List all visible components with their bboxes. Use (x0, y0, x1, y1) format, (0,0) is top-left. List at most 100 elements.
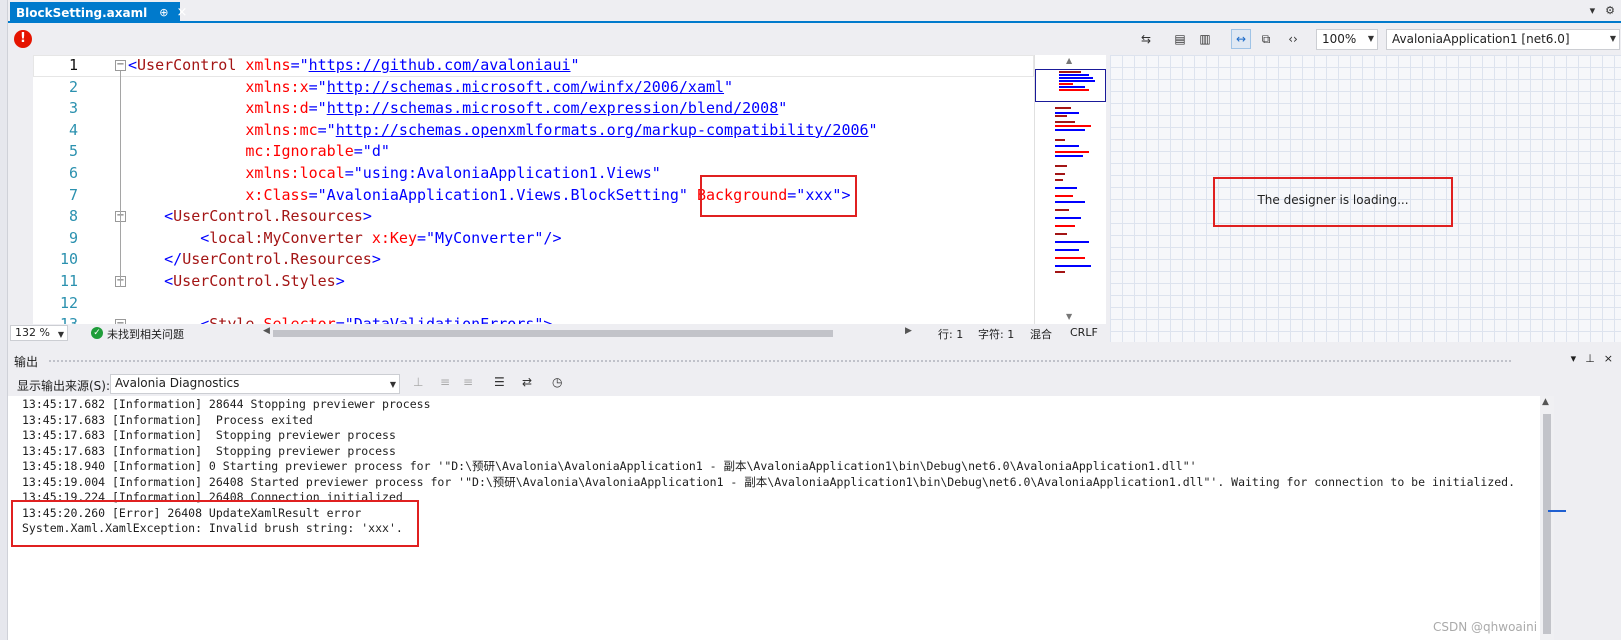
line-number: 6 (68, 164, 78, 182)
scroll-down-icon[interactable]: ▼ (1066, 312, 1072, 321)
scroll-up-icon[interactable]: ▲ (1542, 397, 1549, 407)
line-number: 9 (68, 228, 78, 247)
code-text: mc:Ignorable="d" (128, 141, 390, 163)
chevron-down-icon[interactable]: ▾ (1571, 352, 1577, 365)
minimap-line (1055, 187, 1077, 189)
code-text: xmlns:d="http://schemas.microsoft.com/ex… (128, 98, 787, 120)
code-text: <local:MyConverter x:Key="MyConverter"/> (128, 228, 561, 250)
log-line[interactable]: 13:45:18.940 [Information] 0 Starting pr… (22, 459, 1197, 475)
gear-icon[interactable]: ⚙ (1605, 4, 1615, 17)
tab-title: BlockSetting.axaml (16, 5, 148, 20)
scrollbar-thumb[interactable] (1543, 414, 1551, 634)
code-line[interactable]: 9 <local:MyConverter x:Key="MyConverter"… (33, 228, 1034, 250)
clear-all-icon[interactable]: ☰ (494, 375, 505, 389)
char-indicator[interactable]: 字符: 1 (978, 326, 1014, 342)
code-token: http://schemas.microsoft.com/expression/… (326, 99, 779, 118)
code-token: </ (128, 250, 183, 269)
code-text: <UserControl.Styles> (128, 271, 345, 293)
project-select[interactable]: AvaloniaApplication1 [net6.0] ▼ (1386, 29, 1620, 50)
issues-status[interactable]: 未找到相关问题 (107, 326, 184, 342)
minimap-line (1055, 271, 1065, 273)
code-token: xmlns:mc (128, 120, 318, 139)
horizontal-split-icon[interactable]: ▤ (1170, 29, 1190, 49)
code-token: > (335, 272, 345, 290)
minimap-line (1055, 173, 1065, 175)
minimap-line (1055, 225, 1075, 227)
clock-icon[interactable]: ◷ (552, 375, 562, 389)
horizontal-scrollbar[interactable] (273, 330, 833, 337)
code-line[interactable]: 8− <UserControl.Resources> (33, 206, 1034, 228)
log-line[interactable]: 13:45:19.004 [Information] 26408 Started… (22, 475, 1515, 491)
split-toggle-icon[interactable]: ↔ (1231, 29, 1251, 49)
code-line[interactable]: 7 x:Class="AvaloniaApplication1.Views.Bl… (33, 185, 1034, 207)
code-token: http://schemas.openxmlformats.org/markup… (335, 120, 869, 139)
find-icon[interactable]: ⊥ (413, 375, 423, 389)
code-text: xmlns:x="http://schemas.microsoft.com/wi… (128, 77, 733, 99)
code-token: " (724, 77, 734, 96)
line-number: 11 (59, 272, 78, 290)
minimap-line (1055, 217, 1081, 219)
code-line[interactable]: 10 </UserControl.Resources> (33, 249, 1034, 271)
code-line[interactable]: 3 xmlns:d="http://schemas.microsoft.com/… (33, 98, 1034, 120)
designer-zoom-select[interactable]: 100% ▼ (1316, 29, 1378, 50)
editor-minimap[interactable]: ▲ ▼ (1034, 55, 1106, 325)
code-token: mc:Ignorable (128, 142, 354, 161)
minimap-line (1059, 74, 1089, 76)
log-line[interactable]: 13:45:17.683 [Information] Process exite… (22, 413, 313, 429)
code-icon[interactable]: ‹› (1283, 29, 1303, 49)
line-indicator[interactable]: 行: 1 (938, 326, 963, 342)
chevron-down-icon: ▼ (1609, 34, 1616, 43)
pin-icon[interactable]: ⊕ (159, 6, 168, 19)
output-source-label: 显示输出来源(S): (17, 379, 111, 393)
minimap-line (1059, 86, 1085, 88)
code-line[interactable]: 12 (33, 293, 1034, 315)
minimap-line (1055, 249, 1079, 251)
document-tab-bar: BlockSetting.axaml ⊕ × ▾ ⚙ (8, 0, 1621, 23)
log-line[interactable]: 13:45:17.682 [Information] 28644 Stoppin… (22, 397, 431, 413)
tab-blocksetting[interactable]: BlockSetting.axaml ⊕ × (10, 2, 187, 23)
output-source-select[interactable]: Avalonia Diagnostics ▼ (110, 374, 400, 394)
minimap-line (1059, 89, 1089, 91)
mode-indicator[interactable]: 混合 (1030, 326, 1052, 342)
code-line[interactable]: 5 mc:Ignorable="d" (33, 141, 1034, 163)
code-text: xmlns:local="using:AvaloniaApplication1.… (128, 163, 660, 185)
left-tool-rail[interactable] (0, 0, 8, 640)
line-number: 3 (68, 99, 78, 118)
scroll-left-icon[interactable]: ◀ (263, 326, 270, 336)
minimap-line (1055, 265, 1091, 267)
code-token: local:MyConverter (209, 228, 363, 247)
panes-icon[interactable]: ⧉ (1256, 29, 1276, 49)
log-line[interactable]: 13:45:17.683 [Information] Stopping prev… (22, 444, 396, 460)
pin-icon[interactable]: ⊥ (1585, 352, 1595, 365)
panel-drag-handle[interactable] (48, 359, 1513, 363)
code-token: x:Key (362, 228, 417, 247)
minimap-line (1055, 129, 1085, 131)
eol-indicator[interactable]: CRLF (1070, 326, 1098, 339)
code-line[interactable]: 11− <UserControl.Styles> (33, 271, 1034, 293)
tab-list-dropdown-icon[interactable]: ▾ (1590, 4, 1596, 17)
code-editor[interactable]: 13− <Style Selector="DataValidationError… (33, 55, 1034, 325)
swap-icon[interactable]: ⇆ (1136, 29, 1156, 49)
next-message-icon[interactable]: ≡ (463, 375, 473, 389)
close-icon[interactable]: × (1604, 352, 1613, 365)
scroll-up-icon[interactable]: ▲ (1066, 56, 1072, 65)
word-wrap-icon[interactable]: ⇄ (522, 375, 532, 389)
scroll-right-icon[interactable]: ▶ (905, 326, 912, 336)
close-tab-icon[interactable]: × (176, 5, 187, 20)
designer-surface[interactable]: The designer is loading... (1110, 55, 1621, 342)
chevron-down-icon: ▼ (389, 380, 396, 389)
log-line[interactable]: 13:45:17.683 [Information] Stopping prev… (22, 428, 396, 444)
output-source-value: Avalonia Diagnostics (115, 376, 240, 390)
prev-message-icon[interactable]: ≡ (440, 375, 450, 389)
code-line[interactable]: 4 xmlns:mc="http://schemas.openxmlformat… (33, 120, 1034, 142)
code-line[interactable]: 2 xmlns:x="http://schemas.microsoft.com/… (33, 77, 1034, 99)
output-vertical-scrollbar[interactable]: ▲ (1540, 396, 1554, 640)
code-line[interactable]: 6 xmlns:local="using:AvaloniaApplication… (33, 163, 1034, 185)
code-token: < (128, 207, 174, 226)
error-icon[interactable]: ! (14, 30, 32, 48)
minimap-line (1055, 165, 1067, 167)
editor-zoom-select[interactable]: 132 % ▼ (10, 325, 68, 341)
vertical-split-icon[interactable]: ▥ (1195, 29, 1215, 49)
output-log[interactable]: System.Xaml.XamlException: Invalid brush… (8, 396, 1540, 640)
code-token: =" (308, 99, 327, 118)
